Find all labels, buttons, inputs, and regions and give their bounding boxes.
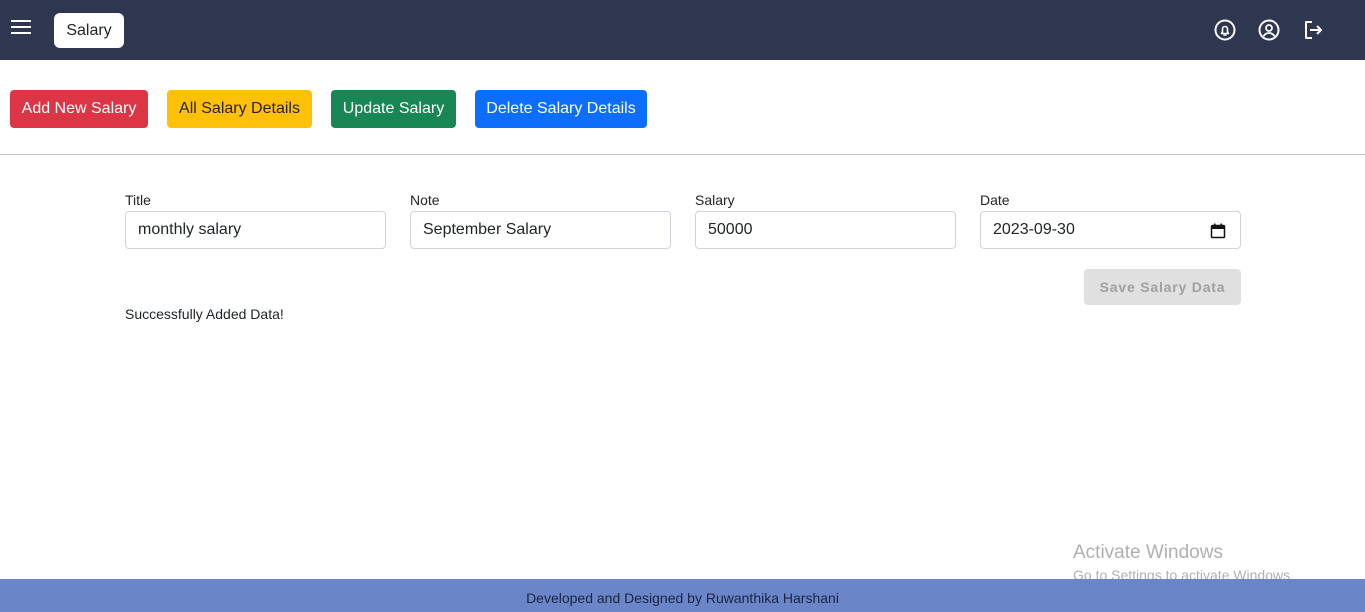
update-salary-button[interactable]: Update Salary <box>331 90 456 128</box>
note-label: Note <box>410 192 440 208</box>
logout-icon[interactable] <box>1301 18 1325 42</box>
delete-salary-details-button[interactable]: Delete Salary Details <box>475 90 647 128</box>
activation-watermark-title: Activate Windows <box>1073 542 1223 563</box>
footer-text: Developed and Designed by Ruwanthika Har… <box>526 590 839 606</box>
status-message: Successfully Added Data! <box>125 306 284 322</box>
section-divider <box>0 154 1365 155</box>
top-app-bar: Salary <box>0 0 1365 60</box>
date-value: 2023-09-30 <box>993 221 1075 238</box>
add-new-salary-button[interactable]: Add New Salary <box>10 90 148 128</box>
account-icon[interactable] <box>1257 18 1281 42</box>
date-input[interactable]: 2023-09-30 <box>980 211 1241 249</box>
note-input[interactable]: September Salary <box>410 211 671 249</box>
all-salary-details-button[interactable]: All Salary Details <box>167 90 312 128</box>
salary-input[interactable]: 50000 <box>695 211 956 249</box>
title-input[interactable]: monthly salary <box>125 211 386 249</box>
save-salary-button[interactable]: Save Salary Data <box>1084 269 1241 305</box>
date-label: Date <box>980 192 1010 208</box>
footer: Developed and Designed by Ruwanthika Har… <box>0 579 1365 612</box>
title-label: Title <box>125 192 151 208</box>
page-title[interactable]: Salary <box>54 13 124 48</box>
menu-icon[interactable] <box>10 16 34 38</box>
salary-label: Salary <box>695 192 735 208</box>
calendar-icon[interactable] <box>1210 223 1226 239</box>
notification-icon[interactable] <box>1213 18 1237 42</box>
